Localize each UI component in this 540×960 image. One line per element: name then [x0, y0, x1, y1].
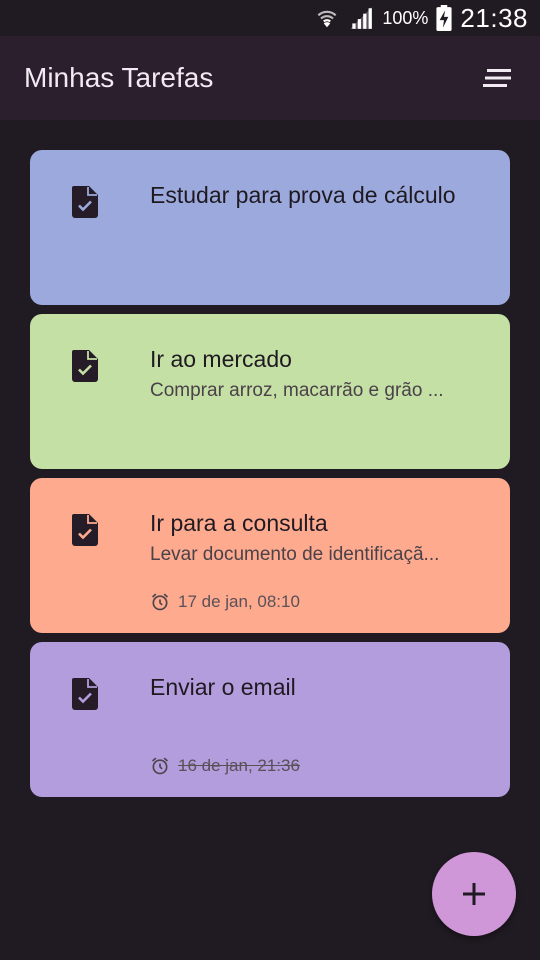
- task-reminder: 17 de jan, 08:10: [150, 592, 300, 612]
- task-card[interactable]: Ir ao mercado Comprar arroz, macarrão e …: [30, 314, 510, 469]
- page-title: Minhas Tarefas: [24, 62, 214, 93]
- battery-charging-icon: [436, 5, 453, 31]
- alarm-clock-icon: [151, 757, 169, 775]
- task-title: Ir ao mercado: [150, 346, 292, 372]
- task-card[interactable]: Ir para a consulta Levar documento de id…: [30, 478, 510, 633]
- battery-percent: 100%: [382, 7, 429, 28]
- wifi-icon: [317, 10, 337, 28]
- task-title: Enviar o email: [150, 674, 296, 700]
- task-description: Comprar arroz, macarrão e grão ...: [150, 380, 444, 401]
- task-title: Ir para a consulta: [150, 510, 328, 536]
- add-task-button[interactable]: [432, 852, 516, 936]
- sort-menu-button[interactable]: [478, 58, 518, 98]
- task-description: Levar documento de identificaçã...: [150, 544, 440, 565]
- alarm-clock-icon: [151, 593, 169, 611]
- task-reminder: 16 de jan, 21:36: [150, 756, 300, 776]
- app-bar: Minhas Tarefas: [0, 36, 540, 120]
- signal-icon: [350, 7, 373, 29]
- task-card[interactable]: Enviar o email 16 de jan, 21:36: [30, 642, 510, 797]
- task-reminder-text: 16 de jan, 21:36: [178, 756, 300, 775]
- task-document-icon: [72, 350, 98, 382]
- plus-icon: [463, 883, 485, 905]
- task-list: Estudar para prova de cálculo Ir ao merc…: [30, 150, 510, 806]
- task-title: Estudar para prova de cálculo: [150, 182, 456, 208]
- task-document-icon: [72, 678, 98, 710]
- clock: 21:38: [460, 2, 528, 33]
- task-document-icon: [72, 514, 98, 546]
- task-reminder-text: 17 de jan, 08:10: [178, 592, 300, 611]
- task-card[interactable]: Estudar para prova de cálculo: [30, 150, 510, 305]
- status-bar: 100% 21:38: [0, 0, 540, 36]
- task-document-icon: [72, 186, 98, 218]
- sort-menu-icon: [483, 69, 511, 87]
